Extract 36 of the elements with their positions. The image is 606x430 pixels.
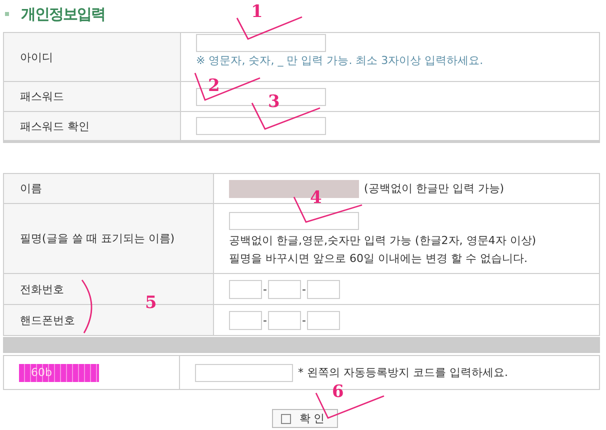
note-text: 공백없이 한글,영문,숫자만 입력 가능 (한글2자, 영문4자 이상) [229,232,538,248]
input-field[interactable] [196,117,326,135]
input-field[interactable] [268,310,301,330]
bullet-icon [5,12,9,16]
input-field[interactable] [229,212,359,230]
annotation-number: 1 [251,2,263,22]
field-label: 필명(글을 쓸 때 표기되는 이름) [4,204,214,274]
note-text: * 왼쪽의 자동등록방지 코드를 입력하세요. [298,365,508,380]
annotation-number: 4 [310,188,322,208]
annotation-number: 2 [208,76,220,96]
input-field[interactable] [306,280,340,298]
note-text: (공백없이 한글만 입력 가능) [364,181,504,196]
dash-separator: - [302,314,306,326]
captcha-field[interactable] [195,364,293,382]
field-label: 패스워드 [4,82,180,112]
input-field[interactable] [229,310,262,330]
annotation-number: 6 [332,382,344,402]
input-field[interactable] [196,34,326,52]
input-field[interactable] [306,310,340,330]
field-label: 아이디 [4,32,180,82]
input-field[interactable] [268,280,301,298]
annotation-number: 3 [268,92,280,112]
annotation-mark [81,280,92,334]
captcha-image: 60b [19,364,99,382]
field-label: 패스워드 확인 [4,112,180,142]
hint-text: ※ 영문자, 숫자, _ 만 입력 가능. 최소 3자이상 입력하세요. [196,54,484,67]
dash-separator: - [302,282,306,296]
dash-separator: - [263,282,267,296]
section-title: 개인정보입력 [21,4,105,24]
annotation-mark [236,16,302,40]
annotation-mark [194,72,260,101]
field-label: 이름 [4,174,214,204]
note-text: 필명을 바꾸시면 앞으로 60일 이내에는 변경 할 수 없습니다. [229,250,528,266]
dash-separator: - [263,314,267,326]
confirm-button[interactable]: 확 인 [272,409,338,428]
input-field[interactable] [229,280,262,298]
